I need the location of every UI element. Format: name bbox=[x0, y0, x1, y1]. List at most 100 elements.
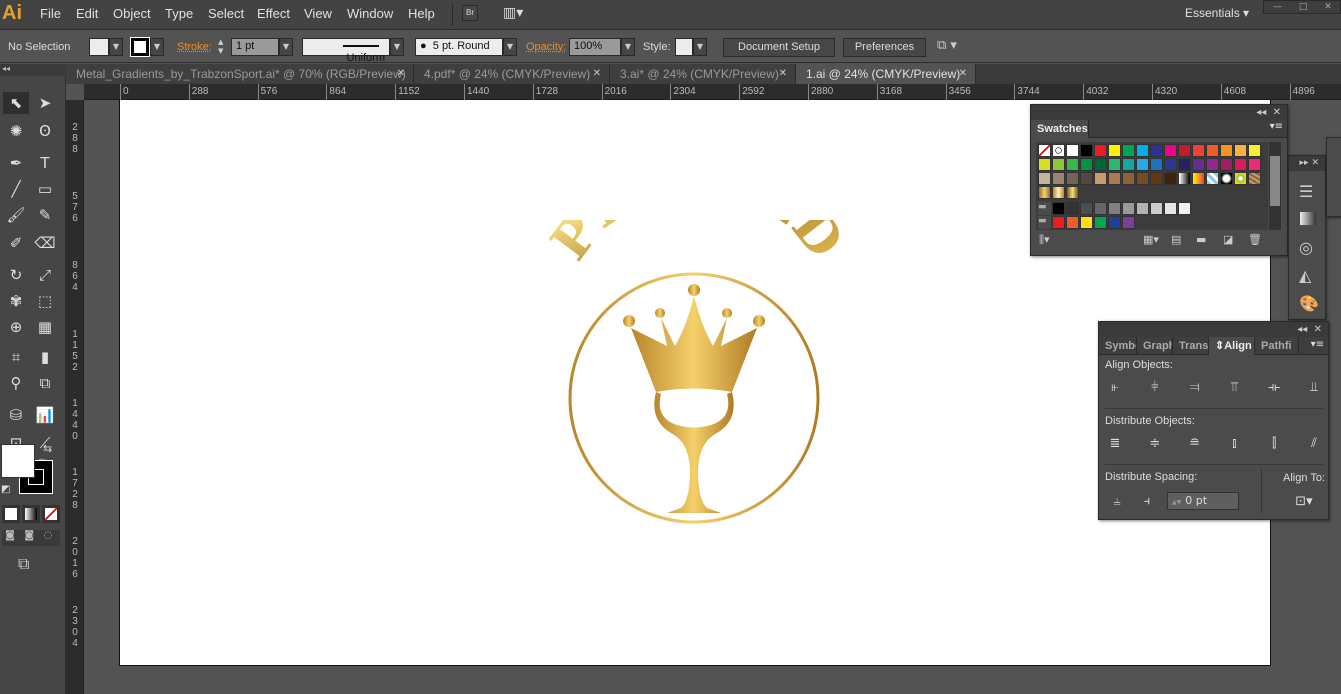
swatch[interactable] bbox=[1136, 144, 1149, 157]
arrange-icon[interactable]: ⧉ ▾ bbox=[937, 38, 957, 53]
preferences-button[interactable]: Preferences bbox=[843, 38, 926, 57]
opacity-label[interactable]: Opacity: bbox=[526, 41, 566, 53]
swatch[interactable] bbox=[1164, 172, 1177, 185]
maximize-button[interactable]: □ bbox=[1299, 2, 1308, 12]
style-dropdown[interactable]: ▼ bbox=[693, 38, 707, 56]
opacity-input[interactable]: 100% bbox=[569, 38, 621, 56]
swatch[interactable] bbox=[1066, 186, 1079, 199]
swatch[interactable] bbox=[1094, 158, 1107, 171]
horizontal-distribute-space-button[interactable]: ⫞ bbox=[1139, 494, 1155, 510]
graphic-style-swatch[interactable] bbox=[675, 38, 693, 56]
lasso-tool-icon[interactable]: ʘ bbox=[32, 120, 58, 142]
blob-brush-tool-icon[interactable]: ✐ bbox=[3, 232, 29, 254]
vertical-distribute-space-button[interactable]: ⫨ bbox=[1109, 494, 1125, 510]
swatch[interactable] bbox=[1248, 172, 1261, 185]
swatch[interactable] bbox=[1122, 144, 1135, 157]
vertical-distribute-center-button[interactable]: ≑ bbox=[1147, 436, 1163, 452]
swatch[interactable] bbox=[1150, 172, 1163, 185]
swatch[interactable] bbox=[1094, 216, 1107, 229]
horizontal-align-center-button[interactable]: ⫩ bbox=[1147, 380, 1163, 396]
stroke-weight-input[interactable]: 1 pt bbox=[231, 38, 279, 56]
paintbrush-tool-icon[interactable]: 🖌 bbox=[3, 204, 29, 226]
swatch[interactable] bbox=[1080, 202, 1093, 215]
stroke-panel-icon[interactable]: ☰ bbox=[1299, 182, 1313, 201]
menu-object[interactable]: Object bbox=[113, 6, 151, 21]
document-setup-button[interactable]: Document Setup bbox=[723, 38, 835, 57]
swatch[interactable] bbox=[1122, 172, 1135, 185]
shape-builder-tool-icon[interactable]: ⊕ bbox=[3, 316, 29, 338]
swatch[interactable] bbox=[1248, 144, 1261, 157]
swatch[interactable] bbox=[1150, 144, 1163, 157]
gradient-tool-icon[interactable]: ▮ bbox=[32, 346, 58, 368]
swatch[interactable] bbox=[1052, 158, 1065, 171]
show-swatch-kinds-icon[interactable]: ▦▾ bbox=[1143, 233, 1159, 246]
swatch[interactable] bbox=[1052, 216, 1065, 229]
panel-menu-icon[interactable]: ▾≡ bbox=[1270, 121, 1283, 132]
graphic-styles-panel-icon[interactable]: 🎨 bbox=[1299, 294, 1319, 313]
vertical-align-center-button[interactable]: ⟛ bbox=[1266, 380, 1282, 396]
fill-dropdown[interactable]: ▼ bbox=[109, 38, 123, 56]
tab-pathfi[interactable]: Pathfi bbox=[1255, 337, 1299, 355]
spacing-stepper[interactable]: ▲▼ bbox=[1168, 499, 1185, 506]
swatch[interactable] bbox=[1122, 216, 1135, 229]
swatch[interactable] bbox=[1052, 144, 1065, 157]
swatch[interactable] bbox=[1164, 202, 1177, 215]
swatch[interactable] bbox=[1052, 202, 1065, 215]
swatch[interactable] bbox=[1206, 158, 1219, 171]
swatch[interactable] bbox=[1164, 158, 1177, 171]
type-tool-icon[interactable]: T bbox=[32, 152, 58, 174]
panel-menu-icon[interactable]: ▾≡ bbox=[1311, 339, 1324, 350]
tab-document[interactable]: Metal_Gradients_by_TrabzonSport.ai* @ 70… bbox=[66, 64, 414, 84]
swatch[interactable] bbox=[1150, 158, 1163, 171]
swatch[interactable] bbox=[1038, 172, 1051, 185]
scale-tool-icon[interactable]: ⤢ bbox=[32, 264, 58, 286]
direct-selection-tool-icon[interactable]: ➤ bbox=[32, 92, 58, 114]
collapse-panel-icon[interactable]: ◂◂ bbox=[1256, 107, 1266, 118]
close-button[interactable]: ✕ bbox=[1324, 2, 1332, 12]
color-group-folder-icon[interactable]: ▬ bbox=[1038, 202, 1051, 215]
stroke-stepper[interactable]: ▲ ▼ bbox=[218, 38, 223, 56]
close-panel-icon[interactable]: ✕ bbox=[1273, 107, 1281, 118]
vertical-distribute-bottom-button[interactable]: ≘ bbox=[1187, 436, 1203, 452]
arrange-documents-icon[interactable]: ▥▾ bbox=[503, 5, 523, 21]
swatch[interactable] bbox=[1192, 144, 1205, 157]
menu-type[interactable]: Type bbox=[165, 6, 193, 21]
swatch[interactable] bbox=[1066, 202, 1079, 215]
workspace-switcher[interactable]: Essentials ▾ bbox=[1185, 6, 1249, 20]
tab-document[interactable]: 3.ai* @ 24% (CMYK/Preview) ✕ bbox=[610, 64, 796, 84]
swatch[interactable] bbox=[1206, 172, 1219, 185]
swatch[interactable] bbox=[1066, 216, 1079, 229]
swatch[interactable] bbox=[1080, 144, 1093, 157]
brush-dropdown[interactable]: ▼ bbox=[503, 38, 517, 56]
line-tool-icon[interactable]: ╱ bbox=[3, 178, 29, 200]
swatch[interactable] bbox=[1248, 158, 1261, 171]
swatch[interactable] bbox=[1094, 144, 1107, 157]
swatch[interactable] bbox=[1164, 144, 1177, 157]
warp-tool-icon[interactable]: ✾ bbox=[3, 290, 29, 312]
expand-icon[interactable]: ▸▸ bbox=[1300, 158, 1309, 168]
vertical-distribute-top-button[interactable]: ≣ bbox=[1107, 436, 1123, 452]
tab-symbo[interactable]: Symbo bbox=[1099, 337, 1137, 355]
swatch[interactable] bbox=[1094, 172, 1107, 185]
pen-tool-icon[interactable]: ✒ bbox=[3, 152, 29, 174]
swatch[interactable] bbox=[1094, 202, 1107, 215]
swatch[interactable] bbox=[1136, 158, 1149, 171]
horizontal-align-left-button[interactable]: ⫦ bbox=[1107, 380, 1123, 396]
stroke-label[interactable]: Stroke: bbox=[177, 41, 212, 53]
swatch[interactable] bbox=[1234, 172, 1247, 185]
bridge-button[interactable]: Br bbox=[462, 5, 478, 21]
tab-graphi[interactable]: Graphi bbox=[1137, 337, 1173, 355]
gradient-panel-icon[interactable] bbox=[1300, 212, 1316, 225]
swatch[interactable] bbox=[1206, 144, 1219, 157]
screen-mode-icon[interactable]: ⧉ bbox=[18, 554, 29, 574]
stroke-weight-dropdown[interactable]: ▼ bbox=[279, 38, 293, 56]
color-button[interactable] bbox=[5, 508, 17, 520]
swatch[interactable] bbox=[1108, 144, 1121, 157]
menu-edit[interactable]: Edit bbox=[76, 6, 98, 21]
swatch[interactable] bbox=[1080, 158, 1093, 171]
pencil-tool-icon[interactable]: ✎ bbox=[32, 204, 58, 226]
swatch[interactable] bbox=[1122, 202, 1135, 215]
transparency-panel-icon[interactable]: ◎ bbox=[1299, 238, 1313, 257]
swatch[interactable] bbox=[1108, 216, 1121, 229]
swatch[interactable] bbox=[1136, 172, 1149, 185]
